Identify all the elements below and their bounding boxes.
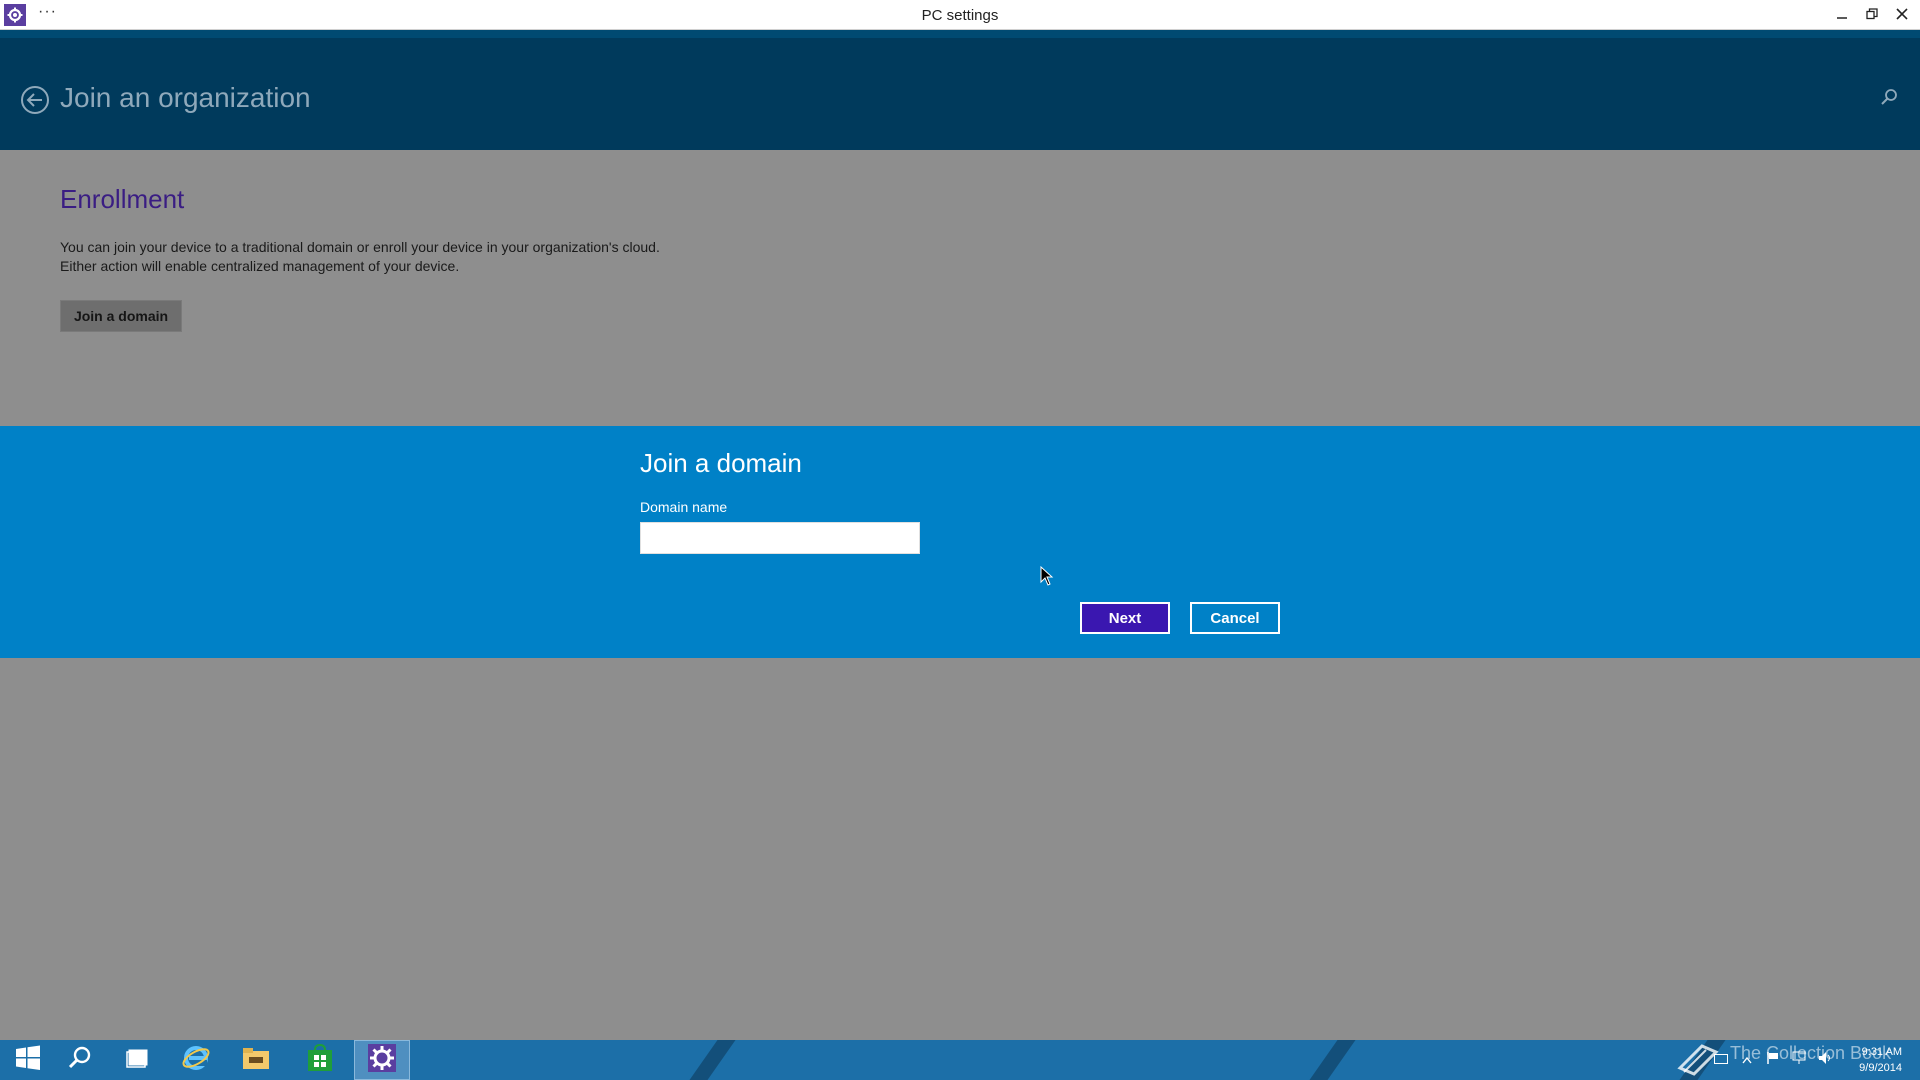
close-icon — [1896, 7, 1908, 24]
clock-time[interactable]: 9:31 AM — [1862, 1046, 1902, 1058]
search-icon — [1880, 89, 1898, 110]
title-bar: ··· PC settings — [0, 0, 1920, 30]
cancel-button[interactable]: Cancel — [1190, 602, 1280, 634]
task-view-icon — [125, 1045, 151, 1076]
section-description: You can join your device to a traditiona… — [60, 239, 660, 274]
store-icon — [306, 1043, 334, 1077]
back-button[interactable] — [20, 85, 50, 115]
start-icon — [15, 1045, 41, 1076]
page-title: Join an organization — [60, 82, 311, 113]
taskbar-decoration — [675, 1040, 743, 1080]
keyboard-icon[interactable] — [1714, 1051, 1728, 1069]
task-view-button[interactable] — [110, 1040, 166, 1080]
section-title: Enrollment — [60, 184, 185, 214]
window-title: PC settings — [921, 7, 999, 24]
taskbar-search-button[interactable] — [52, 1040, 108, 1080]
taskbar — [0, 1040, 1920, 1080]
minimize-button[interactable] — [1826, 0, 1858, 30]
pc-settings-taskbar-button[interactable] — [354, 1040, 410, 1080]
header-accent-stripe — [0, 30, 1920, 38]
next-button[interactable]: Next — [1080, 602, 1170, 634]
back-arrow-icon — [20, 86, 50, 119]
internet-explorer-button[interactable] — [168, 1040, 224, 1080]
pc-settings-icon — [368, 1043, 396, 1077]
internet-explorer-icon — [181, 1043, 211, 1078]
store-button[interactable] — [292, 1040, 348, 1080]
search-icon — [67, 1045, 93, 1076]
domain-name-label: Domain name — [640, 499, 728, 515]
domain-name-input[interactable] — [640, 522, 920, 554]
restore-button[interactable] — [1856, 0, 1888, 30]
restore-icon — [1866, 7, 1878, 24]
file-explorer-button[interactable] — [228, 1040, 284, 1080]
file-explorer-icon — [241, 1043, 271, 1078]
minimize-icon — [1836, 7, 1848, 24]
clock-date[interactable]: 9/9/2014 — [1859, 1062, 1902, 1074]
search-button[interactable] — [1880, 88, 1902, 110]
taskbar-decoration — [1295, 1040, 1363, 1080]
start-button[interactable] — [0, 1040, 56, 1080]
mouse-cursor-icon — [1040, 565, 1054, 586]
dialog-title: Join a domain — [640, 448, 802, 478]
join-domain-dialog — [0, 426, 1920, 658]
close-button[interactable] — [1886, 0, 1918, 30]
join-domain-button[interactable]: Join a domain — [60, 300, 182, 332]
